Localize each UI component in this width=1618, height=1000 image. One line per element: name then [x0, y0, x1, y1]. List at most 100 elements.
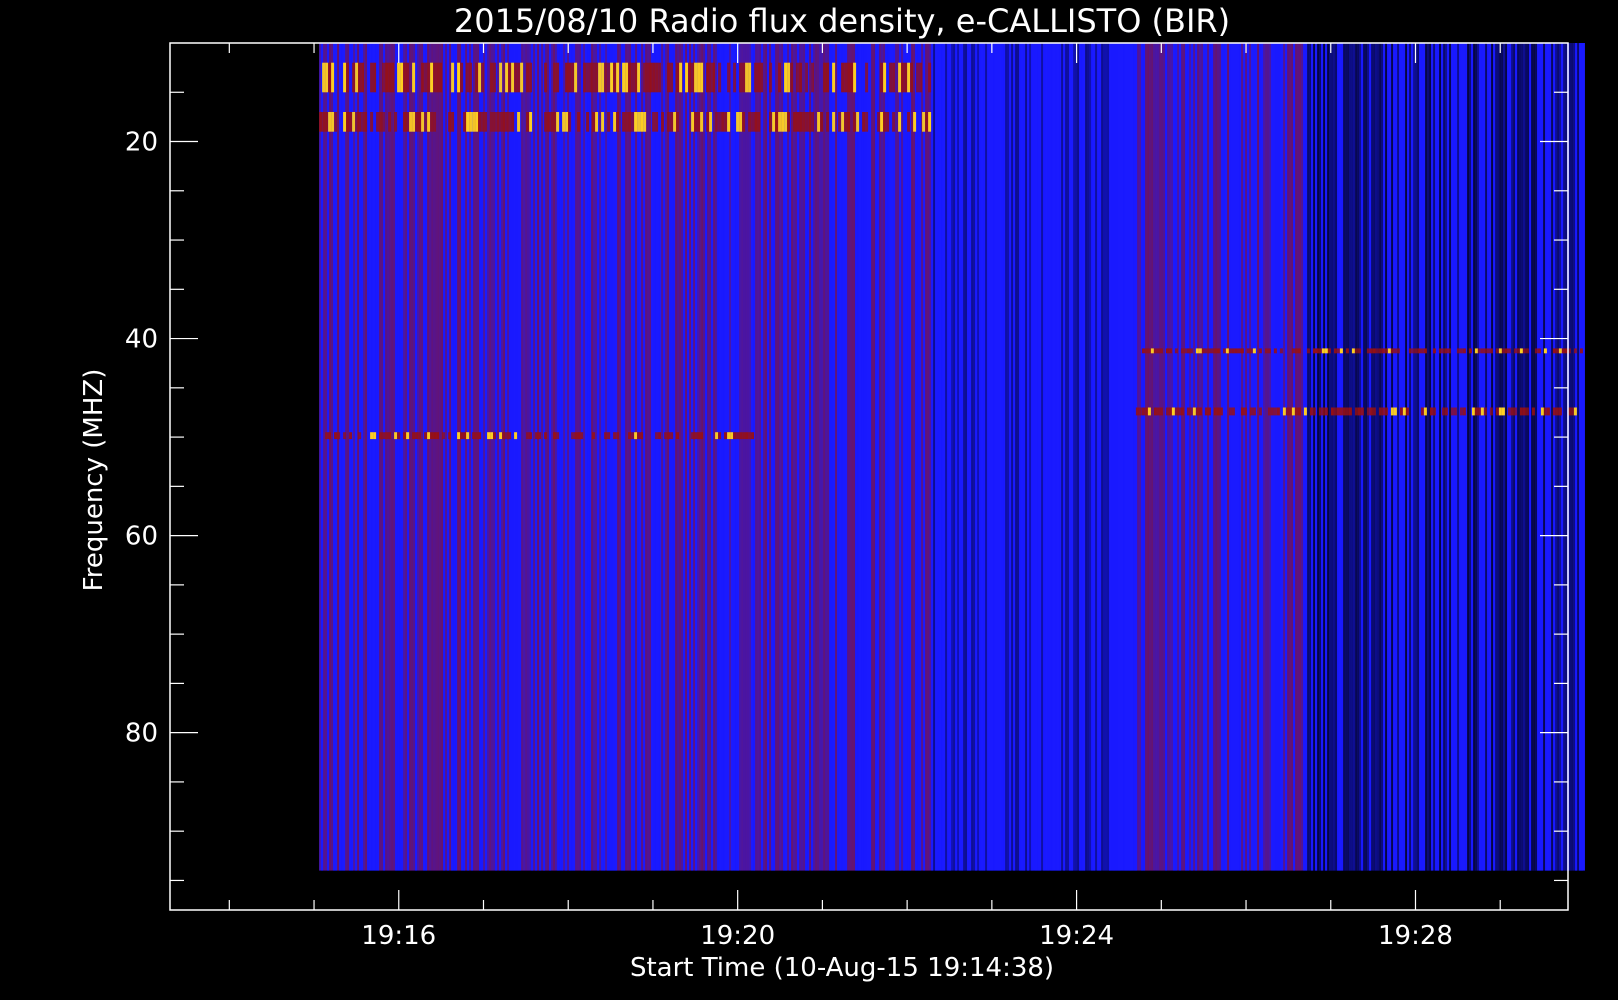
- frequency-band-mark: [550, 112, 554, 132]
- spectrogram-stripe: [1581, 43, 1584, 871]
- frequency-band-mark: [1147, 348, 1151, 354]
- spectrogram-stripe: [487, 43, 490, 871]
- frequency-band-mark: [1204, 407, 1208, 416]
- spectrogram-stripe: [1545, 43, 1548, 871]
- frequency-band-mark: [415, 432, 419, 440]
- frequency-band-mark: [1186, 407, 1190, 416]
- frequency-band-mark: [1441, 407, 1445, 416]
- spectrogram-stripe: [837, 43, 840, 871]
- frequency-band-mark: [1471, 407, 1475, 416]
- spectrogram-stripe: [495, 43, 498, 871]
- frequency-band-mark: [1249, 348, 1253, 354]
- spectrogram-stripe: [1003, 43, 1006, 871]
- frequency-band-mark: [625, 112, 629, 132]
- spectrogram-stripe: [993, 43, 996, 871]
- spectrogram-stripe: [433, 43, 436, 871]
- frequency-band-mark: [784, 62, 788, 93]
- frequency-band-mark: [778, 112, 782, 132]
- frequency-band-mark: [922, 112, 926, 132]
- frequency-band-mark: [820, 112, 824, 132]
- frequency-band-mark: [745, 432, 749, 440]
- spectrogram-stripe: [1043, 43, 1046, 871]
- frequency-band-mark: [607, 62, 611, 93]
- spectrogram-stripe: [407, 43, 410, 871]
- frequency-band-mark: [499, 432, 503, 440]
- spectrogram-stripe: [797, 43, 800, 871]
- spectrogram-stripe: [383, 43, 386, 871]
- frequency-band-mark: [529, 432, 533, 440]
- spectrogram-stripe: [815, 43, 818, 871]
- frequency-band-mark: [1537, 348, 1541, 354]
- frequency-band-mark: [799, 112, 803, 132]
- frequency-band-mark: [1240, 348, 1244, 354]
- frequency-band-mark: [1366, 407, 1370, 416]
- spectrogram-stripe: [691, 43, 694, 871]
- spectrogram-stripe: [547, 43, 550, 871]
- spectrogram-stripe: [677, 43, 680, 871]
- frequency-band-mark: [754, 112, 758, 132]
- frequency-band-mark: [547, 112, 551, 132]
- frequency-band-mark: [457, 62, 461, 93]
- frequency-band-mark: [1252, 407, 1256, 416]
- spectrogram-stripe: [1037, 43, 1040, 871]
- frequency-band-mark: [577, 432, 581, 440]
- spectrogram-stripe: [1201, 43, 1204, 871]
- frequency-band-mark: [1558, 407, 1562, 416]
- frequency-band-mark: [826, 62, 830, 93]
- frequency-band-mark: [325, 112, 329, 132]
- frequency-band-mark: [1156, 348, 1160, 354]
- frequency-band-mark: [442, 432, 446, 440]
- spectrogram-stripe: [979, 43, 982, 871]
- spectrogram-stripe: [1387, 43, 1390, 871]
- frequency-band-mark: [1153, 407, 1157, 416]
- spectrogram-stripe: [843, 43, 846, 871]
- frequency-band-mark: [1546, 407, 1550, 416]
- spectrogram-stripe: [1033, 43, 1036, 871]
- frequency-band-mark: [1297, 348, 1301, 354]
- spectrogram-stripe: [1573, 43, 1576, 871]
- spectrogram-stripe: [1331, 43, 1334, 871]
- spectrogram-stripe: [1579, 43, 1582, 871]
- spectrogram-stripe: [403, 43, 406, 871]
- frequency-band-mark: [592, 112, 596, 132]
- spectrogram-stripe: [1215, 43, 1218, 871]
- spectrogram-stripe: [789, 43, 792, 871]
- frequency-band-mark: [1279, 348, 1283, 354]
- spectrogram-stripe: [1275, 43, 1278, 871]
- frequency-band-mark: [778, 62, 782, 93]
- spectrogram-stripe: [855, 43, 858, 871]
- spectrogram-stripe: [1045, 43, 1048, 871]
- frequency-band-mark: [1273, 407, 1277, 416]
- spectrogram-stripe: [1063, 43, 1066, 871]
- spectrogram-stripe: [593, 43, 596, 871]
- spectrogram-stripe: [1503, 43, 1506, 871]
- spectrogram-stripe: [637, 43, 640, 871]
- frequency-band-mark: [1402, 407, 1406, 416]
- spectrogram-stripe: [725, 43, 728, 871]
- spectrogram-stripe: [963, 43, 966, 871]
- frequency-band-mark: [655, 432, 659, 440]
- spectrogram-stripe: [579, 43, 582, 871]
- spectrogram-stripe: [1171, 43, 1174, 871]
- frequency-band-mark: [610, 62, 614, 93]
- frequency-band-mark: [499, 112, 503, 132]
- frequency-band-mark: [475, 112, 479, 132]
- spectrogram-stripe: [341, 43, 344, 871]
- frequency-band-mark: [1525, 348, 1529, 354]
- spectrogram-stripe: [885, 43, 888, 871]
- spectrogram-stripe: [457, 43, 460, 871]
- frequency-band-mark: [697, 112, 701, 132]
- frequency-band-mark: [586, 112, 590, 132]
- frequency-band-mark: [775, 112, 779, 132]
- frequency-band-mark: [331, 112, 335, 132]
- spectrogram-stripe: [1253, 43, 1256, 871]
- spectrogram-stripe: [567, 43, 570, 871]
- spectrogram-stripe: [1263, 43, 1266, 871]
- frequency-band-mark: [1441, 348, 1445, 354]
- frequency-band-mark: [370, 112, 374, 132]
- frequency-band-mark: [754, 62, 758, 93]
- spectrogram-stripe: [1381, 43, 1384, 871]
- frequency-band-mark: [1252, 348, 1256, 354]
- spectrogram-stripe: [1009, 43, 1012, 871]
- spectrogram-stripe: [443, 43, 446, 871]
